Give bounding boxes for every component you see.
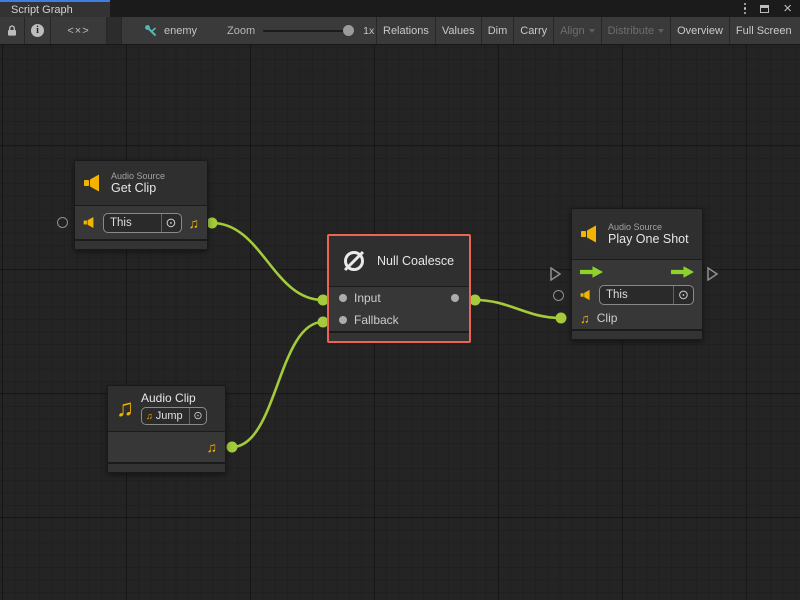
this-field[interactable]: This ⊙ <box>103 213 182 233</box>
control-output-port[interactable] <box>707 267 718 281</box>
audio-clip-port-icon[interactable]: ♫ <box>189 215 200 231</box>
object-picker-icon[interactable]: ⊙ <box>673 286 693 304</box>
graph-info-segment: enemy Zoom 1x <box>122 17 377 44</box>
wire-audioclip-to-fallback[interactable] <box>232 322 323 447</box>
audio-clip-port-icon[interactable]: ♫ <box>580 311 590 326</box>
node-header: Audio Source Play One Shot <box>572 209 702 259</box>
maximize-icon[interactable] <box>760 5 769 13</box>
connected-port[interactable] <box>227 442 238 453</box>
input-port-row: Input <box>329 287 469 309</box>
audio-clip-icon: ♫ <box>116 397 134 421</box>
node-header: ♫ Audio Clip ♫ Jump ⊙ <box>108 386 225 431</box>
dim-button[interactable]: Dim <box>482 17 515 44</box>
node-port-row: This ⊙ ♫ <box>75 205 207 239</box>
info-icon: i <box>31 24 44 37</box>
code-icon: <×> <box>67 25 89 37</box>
code-view-button[interactable]: <×> <box>51 17 107 44</box>
graph-asset-icon <box>144 24 158 38</box>
node-header: Null Coalesce <box>329 236 469 286</box>
script-graph-window: Script Graph × i <×> ene <box>0 0 800 600</box>
audio-source-icon <box>580 289 592 301</box>
tab-bar: Script Graph × <box>0 0 800 17</box>
node-get-clip[interactable]: Audio Source Get Clip This ⊙ ♫ <box>74 160 208 250</box>
unconnected-value-port[interactable] <box>57 217 68 228</box>
node-footer <box>108 462 225 472</box>
graph-canvas[interactable]: Audio Source Get Clip This ⊙ ♫ <box>0 45 800 600</box>
connected-port[interactable] <box>556 313 567 324</box>
graph-toolbar: i <×> enemy Zoom 1x Relations Values Dim… <box>0 17 800 45</box>
control-output-arrow-icon[interactable] <box>671 266 694 278</box>
zoom-slider-knob[interactable] <box>343 25 354 36</box>
connected-port[interactable] <box>470 295 481 306</box>
node-title: Null Coalesce <box>377 254 454 268</box>
audio-clip-mini-icon: ♫ <box>146 411 153 421</box>
target-port-row: This ⊙ <box>572 283 702 307</box>
relations-button[interactable]: Relations <box>377 17 436 44</box>
full-screen-button[interactable]: Full Screen <box>730 17 798 44</box>
clip-port-row: ♫ Clip <box>572 307 702 329</box>
lock-icon <box>6 24 18 37</box>
graph-name: enemy <box>164 25 197 37</box>
chevron-down-icon <box>589 29 595 33</box>
node-type-label: Audio Source <box>111 171 165 181</box>
zoom-slider[interactable] <box>263 30 351 32</box>
chevron-down-icon <box>658 29 664 33</box>
align-button[interactable]: Align <box>554 17 601 44</box>
object-picker-icon[interactable]: ⊙ <box>161 214 181 232</box>
output-port[interactable] <box>451 294 459 302</box>
node-type-label: Audio Source <box>608 222 689 232</box>
values-button[interactable]: Values <box>436 17 482 44</box>
zoom-label: Zoom <box>227 25 255 37</box>
control-input-arrow-icon[interactable] <box>580 266 603 278</box>
toolbar-buttons: Relations Values Dim Carry Align Distrib… <box>377 17 800 44</box>
value-port[interactable] <box>339 316 347 324</box>
unconnected-value-port[interactable] <box>553 290 564 301</box>
node-body: This ⊙ ♫ Clip <box>572 259 702 329</box>
value-port[interactable] <box>339 294 347 302</box>
audio-source-icon <box>580 224 600 244</box>
wire-getclip-to-input[interactable] <box>212 223 323 300</box>
node-title: Audio Clip <box>141 392 207 406</box>
fallback-port-row: Fallback <box>329 309 469 331</box>
close-icon[interactable]: × <box>783 4 792 14</box>
node-play-one-shot[interactable]: Audio Source Play One Shot <box>571 208 703 340</box>
node-header: Audio Source Get Clip <box>75 161 207 205</box>
audio-source-icon <box>83 216 96 229</box>
carry-button[interactable]: Carry <box>514 17 554 44</box>
node-title: Get Clip <box>111 181 165 195</box>
tab-script-graph[interactable]: Script Graph <box>0 0 110 17</box>
object-picker-icon[interactable]: ⊙ <box>189 408 206 424</box>
tab-title: Script Graph <box>11 4 73 16</box>
window-menu-icon[interactable] <box>744 3 747 15</box>
audio-source-icon <box>83 173 103 193</box>
node-audio-clip[interactable]: ♫ Audio Clip ♫ Jump ⊙ ♫ <box>107 385 226 473</box>
node-title: Play One Shot <box>608 232 689 246</box>
lock-button[interactable] <box>0 17 25 44</box>
overview-button[interactable]: Overview <box>671 17 730 44</box>
toolbar-gap <box>107 17 122 44</box>
node-body: Input Fallback <box>329 286 469 331</box>
connected-port[interactable] <box>207 218 218 229</box>
node-null-coalesce[interactable]: Null Coalesce Input Fallback <box>329 236 469 341</box>
variable-name: Jump <box>156 410 183 423</box>
zoom-value: 1x <box>363 25 374 37</box>
selection-highlight: Null Coalesce Input Fallback <box>327 234 471 343</box>
window-controls: × <box>744 0 800 17</box>
info-button[interactable]: i <box>25 17 51 44</box>
node-footer <box>572 329 702 339</box>
node-port-row: ♫ <box>108 431 225 462</box>
this-field[interactable]: This ⊙ <box>599 285 694 305</box>
wire-output-to-clip[interactable] <box>475 300 561 318</box>
node-footer <box>329 331 469 341</box>
control-input-port[interactable] <box>550 267 561 281</box>
null-coalesce-icon <box>341 248 367 274</box>
audio-clip-port-icon[interactable]: ♫ <box>207 439 218 455</box>
node-footer <box>75 239 207 249</box>
distribute-button[interactable]: Distribute <box>602 17 671 44</box>
control-flow-row <box>572 260 702 283</box>
variable-field[interactable]: ♫ Jump ⊙ <box>141 407 207 425</box>
